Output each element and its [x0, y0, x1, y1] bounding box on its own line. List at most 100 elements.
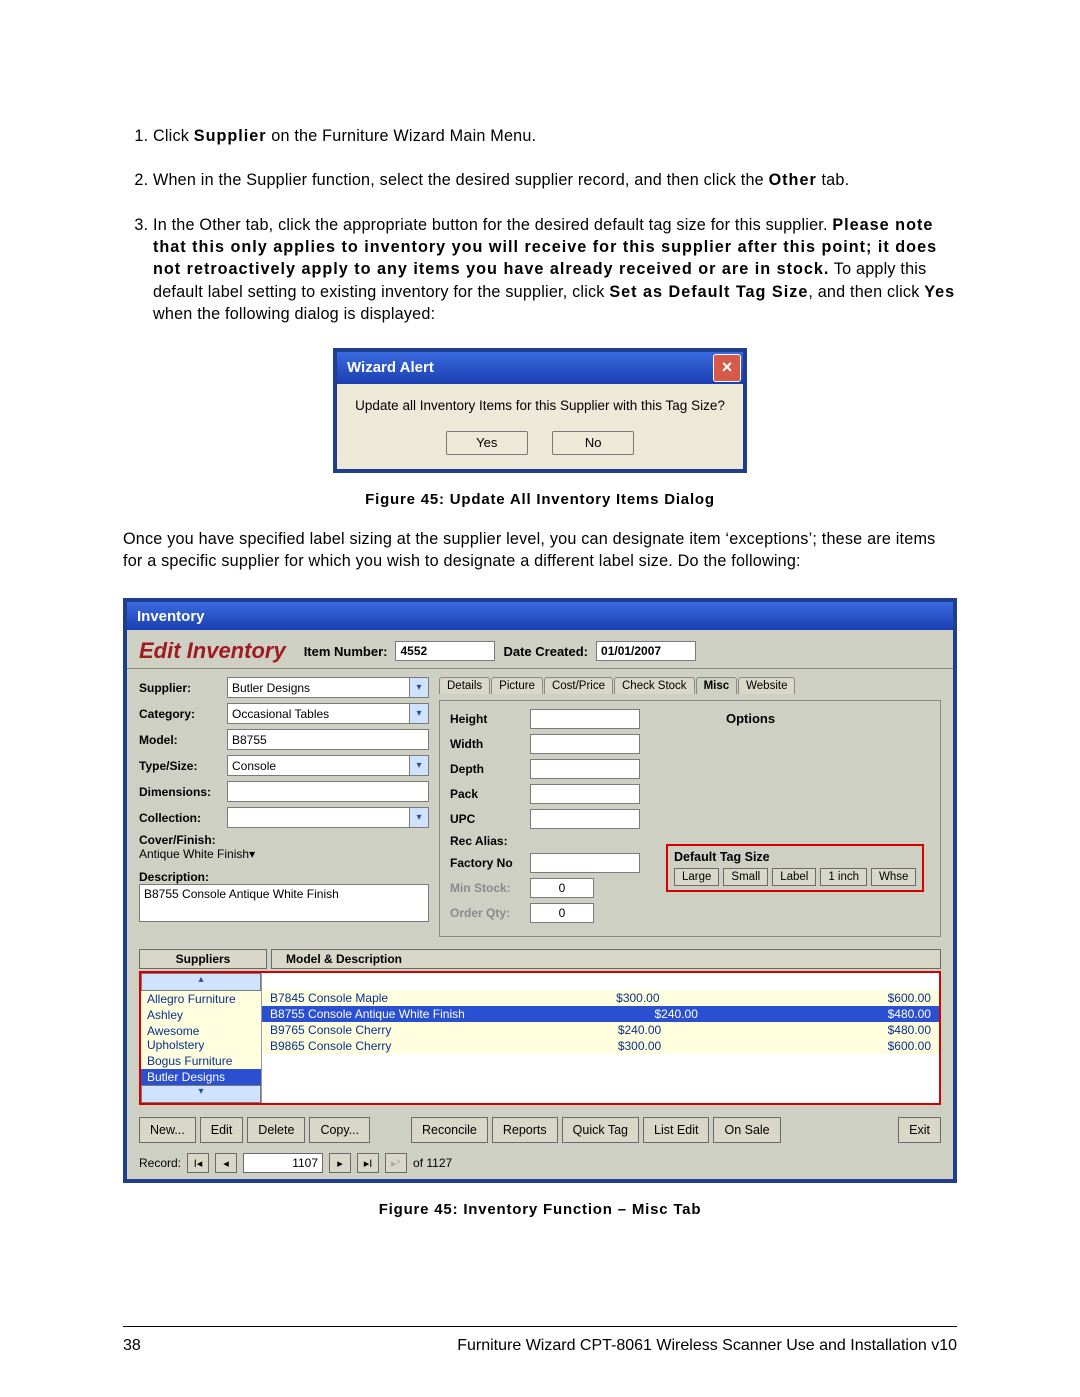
step-2: When in the Supplier function, select th… — [153, 169, 957, 191]
upc-field[interactable] — [530, 809, 640, 829]
category-field[interactable]: Occasional Tables▾ — [227, 703, 429, 724]
table-row[interactable]: B9865 Console Cherry$300.00$600.00 — [262, 1038, 939, 1054]
dimensions-field[interactable] — [227, 781, 429, 802]
nav-first-icon[interactable]: I◂ — [187, 1153, 209, 1173]
depth-label: Depth — [450, 762, 530, 776]
tab-checkstock[interactable]: Check Stock — [614, 677, 695, 694]
tab-bar: Details Picture Cost/Price Check Stock M… — [439, 677, 941, 694]
height-field[interactable] — [530, 709, 640, 729]
record-number-field[interactable] — [243, 1153, 323, 1173]
model-label: Model: — [139, 733, 227, 747]
upc-label: UPC — [450, 812, 530, 826]
chevron-down-icon[interactable]: ▾ — [249, 847, 255, 861]
no-button[interactable]: No — [552, 431, 634, 455]
nav-prev-icon[interactable]: ◂ — [215, 1153, 237, 1173]
pack-label: Pack — [450, 787, 530, 801]
delete-button[interactable]: Delete — [247, 1117, 305, 1143]
suppliers-header[interactable]: Suppliers — [139, 949, 267, 969]
model-desc-header[interactable]: Model & Description — [271, 949, 941, 969]
minstock-field[interactable] — [530, 878, 594, 898]
tag-1inch-button[interactable]: 1 inch — [820, 868, 867, 886]
chevron-down-icon[interactable]: ▾ — [409, 808, 428, 827]
supplier-list[interactable]: ▴ Allegro Furniture Ashley Awesome Uphol… — [141, 973, 262, 1103]
bottom-button-bar: New... Edit Delete Copy... Reconcile Rep… — [127, 1113, 953, 1149]
minstock-label: Min Stock: — [450, 881, 530, 895]
listedit-button[interactable]: List Edit — [643, 1117, 709, 1143]
description-label: Description: — [139, 870, 429, 884]
tab-costprice[interactable]: Cost/Price — [544, 677, 613, 694]
collection-field[interactable]: ▾ — [227, 807, 429, 828]
tab-misc[interactable]: Misc — [696, 677, 738, 694]
tag-label-button[interactable]: Label — [772, 868, 816, 886]
chevron-down-icon[interactable]: ▾ — [409, 678, 428, 697]
step-3: In the Other tab, click the appropriate … — [153, 214, 957, 326]
tag-small-button[interactable]: Small — [723, 868, 768, 886]
tab-details[interactable]: Details — [439, 677, 490, 694]
recalias-label: Rec Alias: — [450, 834, 530, 848]
type-field[interactable]: Console▾ — [227, 755, 429, 776]
scroll-down-icon[interactable]: ▾ — [141, 1085, 261, 1103]
nav-new-icon: ▸* — [385, 1153, 407, 1173]
instruction-list: Click Supplier on the Furniture Wizard M… — [123, 125, 957, 326]
edit-button[interactable]: Edit — [200, 1117, 244, 1143]
pack-field[interactable] — [530, 784, 640, 804]
copy-button[interactable]: Copy... — [309, 1117, 370, 1143]
alert-message: Update all Inventory Items for this Supp… — [337, 384, 743, 431]
width-field[interactable] — [530, 734, 640, 754]
table-row[interactable]: B7845 Console Maple$300.00$600.00 — [262, 990, 939, 1006]
record-navigator: Record: I◂ ◂ ▸ ▸I ▸* of 1127 — [127, 1149, 953, 1179]
default-tag-size-box: Default Tag Size Large Small Label 1 inc… — [666, 844, 924, 892]
nav-last-icon[interactable]: ▸I — [357, 1153, 379, 1173]
supplier-field[interactable]: Butler Designs▾ — [227, 677, 429, 698]
nav-next-icon[interactable]: ▸ — [329, 1153, 351, 1173]
itemnum-label: Item Number: — [304, 644, 388, 659]
yes-button[interactable]: Yes — [446, 431, 528, 455]
left-fields: Supplier: Butler Designs▾ Category: Occa… — [139, 677, 429, 937]
width-label: Width — [450, 737, 530, 751]
misc-panel: Height Width Depth Pack UPC Rec Alias: F… — [439, 700, 941, 937]
date-created-field[interactable] — [596, 641, 696, 661]
figure-caption-inventory: Figure 45: Inventory Function – Misc Tab — [123, 1201, 957, 1218]
description-field[interactable]: B8755 Console Antique White Finish — [139, 884, 429, 922]
table-row[interactable]: B9765 Console Cherry$240.00$480.00 — [262, 1022, 939, 1038]
tab-picture[interactable]: Picture — [491, 677, 543, 694]
figure-caption-alert: Figure 45: Update All Inventory Items Di… — [123, 491, 957, 508]
quicktag-button[interactable]: Quick Tag — [562, 1117, 639, 1143]
cover-field[interactable]: Antique White Finish▾ — [139, 847, 429, 866]
tab-website[interactable]: Website — [738, 677, 795, 694]
onsale-button[interactable]: On Sale — [713, 1117, 780, 1143]
chevron-down-icon[interactable]: ▾ — [409, 756, 428, 775]
exit-button[interactable]: Exit — [898, 1117, 941, 1143]
list-item[interactable]: Butler Designs — [141, 1069, 261, 1085]
close-icon[interactable]: × — [713, 354, 741, 382]
list-item[interactable]: Awesome Upholstery — [141, 1023, 261, 1053]
page-number: 38 — [123, 1337, 141, 1355]
list-item[interactable]: Bogus Furniture — [141, 1053, 261, 1069]
options-label: Options — [726, 711, 930, 726]
inventory-window: Inventory Edit Inventory Item Number: Da… — [123, 598, 957, 1183]
reconcile-button[interactable]: Reconcile — [411, 1117, 488, 1143]
subheader-bar: Suppliers Model & Description — [139, 949, 941, 969]
supplier-label: Supplier: — [139, 681, 227, 695]
table-row[interactable]: B8755 Console Antique White Finish$240.0… — [262, 1006, 939, 1022]
model-field[interactable]: B8755 — [227, 729, 429, 750]
new-button[interactable]: New... — [139, 1117, 196, 1143]
tag-large-button[interactable]: Large — [674, 868, 719, 886]
chevron-down-icon[interactable]: ▾ — [409, 704, 428, 723]
height-label: Height — [450, 712, 530, 726]
scroll-up-icon[interactable]: ▴ — [141, 973, 261, 991]
step-1: Click Supplier on the Furniture Wizard M… — [153, 125, 957, 147]
factoryno-field[interactable] — [530, 853, 640, 873]
page-title: Edit Inventory — [139, 638, 286, 664]
list-item[interactable]: Ashley — [141, 1007, 261, 1023]
dimensions-label: Dimensions: — [139, 785, 227, 799]
tagsize-label: Default Tag Size — [674, 850, 916, 864]
item-number-field[interactable] — [395, 641, 495, 661]
reports-button[interactable]: Reports — [492, 1117, 558, 1143]
list-item[interactable]: Allegro Furniture — [141, 991, 261, 1007]
depth-field[interactable] — [530, 759, 640, 779]
type-label: Type/Size: — [139, 759, 227, 773]
orderqty-field[interactable] — [530, 903, 594, 923]
cover-label: Cover/Finish: — [139, 833, 429, 847]
tag-whse-button[interactable]: Whse — [871, 868, 916, 886]
